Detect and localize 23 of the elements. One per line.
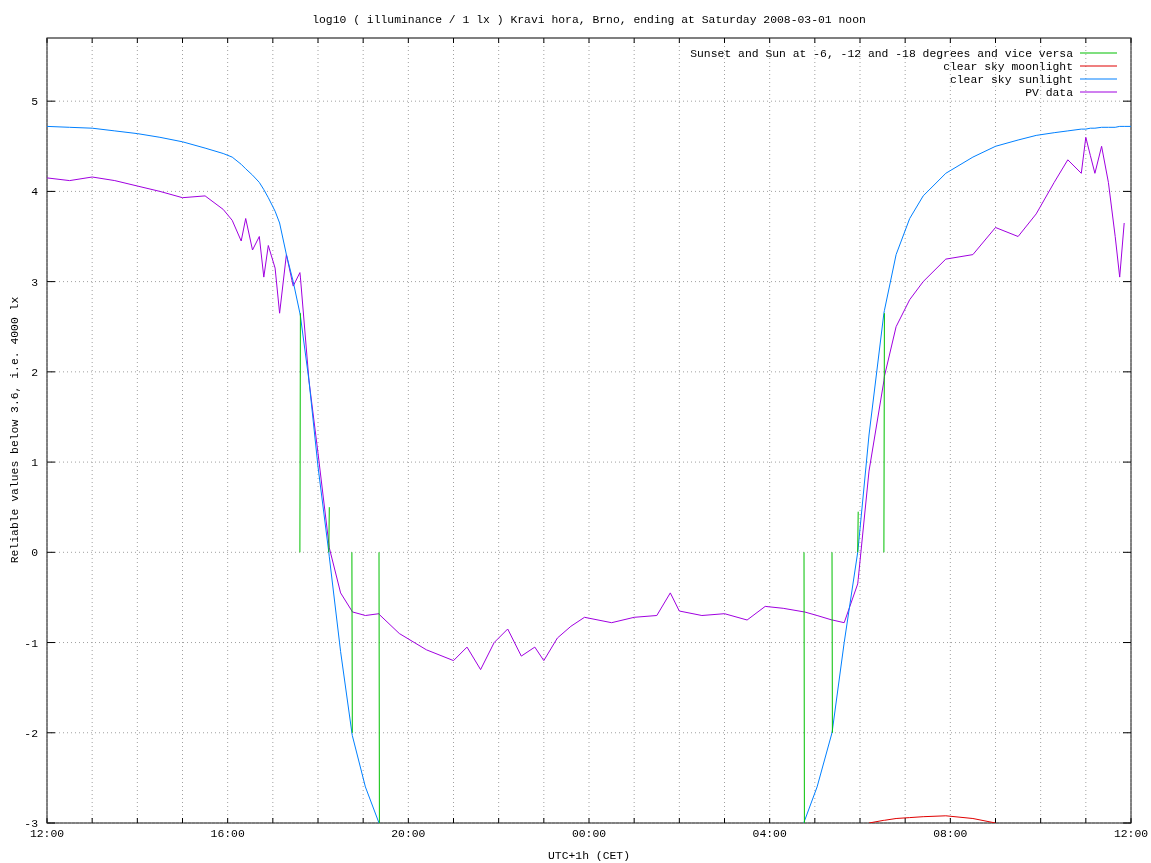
- tick-label: 3: [31, 276, 38, 289]
- legend-label: Sunset and Sun at -6, -12 and -18 degrees and vice versa: [690, 48, 1073, 60]
- chart-title: log10 ( illuminance / 1 lx ) Kravi hora, Brno, ending at Saturday 2008-03-01 noon: [312, 14, 866, 26]
- tick-label: 0: [31, 547, 38, 560]
- x-axis-label: UTC+1h (CET): [548, 850, 630, 862]
- tick-label: 16:00: [210, 828, 245, 840]
- tick-label: 08:00: [933, 828, 968, 840]
- tick-label: -3: [24, 818, 38, 830]
- tick-label: -2: [24, 727, 38, 740]
- tick-label: 00:00: [571, 828, 607, 840]
- tick-label: 4: [31, 186, 38, 199]
- tick-label: 04:00: [752, 828, 787, 840]
- legend-label: clear sky moonlight: [943, 61, 1073, 73]
- legend-label: PV data: [1025, 87, 1073, 99]
- tick-label: 1: [31, 457, 38, 470]
- tick-label: 5: [31, 96, 38, 109]
- tick-label: 20:00: [391, 828, 426, 840]
- tick-label: 12:00: [1113, 828, 1149, 840]
- legend-label: clear sky sunlight: [949, 74, 1073, 86]
- tick-label: 12:00: [29, 828, 65, 840]
- y-axis-label: Reliable values below 3.6, i.e. 4000 lx: [9, 296, 21, 564]
- tick-label: -1: [24, 637, 38, 650]
- tick-label: 2: [31, 366, 38, 379]
